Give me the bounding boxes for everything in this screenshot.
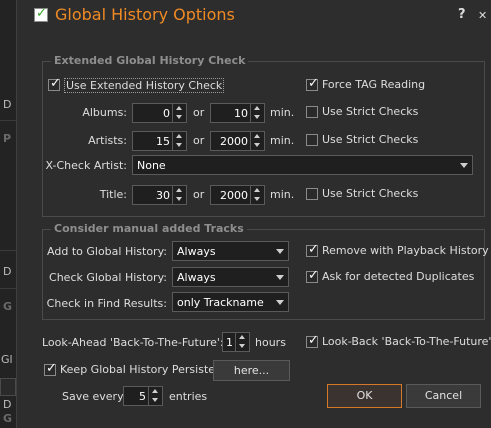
save-every-value: 5 [139,390,146,403]
check-history-label: Check Global History: [49,271,167,284]
background-text-fragment: D [3,398,12,411]
keep-persistent-label[interactable]: Keep Global History Persistent [60,363,226,376]
artists-min-value: 15 [156,135,170,148]
xcheck-artist-value: None [137,159,166,172]
force-tag-checkbox[interactable]: ✓ [306,76,319,91]
add-to-history-value: Always [177,245,216,258]
use-extended-checkbox[interactable]: ✓ [48,76,61,91]
artists-strict-label[interactable]: Use Strict Checks [322,133,418,146]
stepper-arrows-icon[interactable] [235,333,249,351]
remove-with-playback-checkbox[interactable]: ✓ [306,242,319,257]
background-text-fragment: G [3,412,13,425]
stepper-arrows-icon[interactable] [172,186,186,204]
here-button[interactable]: here... [213,360,290,381]
background-text-fragment: Gl [1,353,13,366]
save-every-label: Save every [62,390,124,403]
background-text-fragment: P [3,132,12,145]
artists-min-stepper[interactable]: 15 [132,131,187,151]
lookahead-value: 1 [226,336,233,349]
background-field [0,378,16,396]
lookahead-label: Look-Ahead 'Back-To-The-Future': [42,336,224,349]
hours-label: hours [255,336,286,349]
xcheck-artist-label: X-Check Artist: [45,159,127,172]
save-every-stepper[interactable]: 5 [123,386,163,406]
or-label: or [193,188,205,201]
albums-min-value: 0 [163,107,170,120]
title-label: Title: [99,188,127,201]
stepper-arrows-icon[interactable] [250,186,264,204]
ok-button[interactable]: OK [327,384,402,408]
use-extended-label[interactable]: Use Extended History Check [64,78,225,93]
keep-persistent-checkbox[interactable]: ✓ [44,361,57,376]
stepper-arrows-icon[interactable] [172,104,186,122]
min-label: min. [270,134,295,147]
force-tag-label[interactable]: Force TAG Reading [322,78,425,91]
lookback-label[interactable]: Look-Back 'Back-To-The-Future' [322,335,491,348]
albums-minutes-stepper[interactable]: 10 [210,103,265,123]
stepper-arrows-icon[interactable] [172,132,186,150]
stepper-arrows-icon[interactable] [250,132,264,150]
ask-duplicates-checkbox[interactable]: ✓ [306,268,319,283]
stepper-arrows-icon[interactable] [148,387,162,405]
artists-minutes-stepper[interactable]: 2000 [210,131,265,151]
or-label: or [193,134,205,147]
chevron-down-icon [276,249,284,254]
artists-label: Artists: [88,134,127,147]
artists-strict-checkbox[interactable] [306,134,318,146]
chevron-down-icon [276,275,284,280]
or-label: or [193,106,205,119]
check-find-results-select[interactable]: only Trackname [172,292,289,312]
title-minutes-value: 2000 [220,189,248,202]
background-divider [0,120,16,121]
albums-minutes-value: 10 [234,107,248,120]
background-text-fragment: G [3,300,13,313]
title-min-stepper[interactable]: 30 [132,185,187,205]
extended-history-group-title: Extended Global History Check [51,54,249,67]
background-divider [0,250,16,251]
background-divider [0,288,16,289]
add-to-history-select[interactable]: Always [172,241,289,261]
background-app-strip: D P D G Gl D G [0,0,16,428]
stepper-arrows-icon[interactable] [250,104,264,122]
cancel-button[interactable]: Cancel [406,384,481,408]
chevron-down-icon [460,163,468,168]
lookahead-stepper[interactable]: 1 [222,332,250,352]
title-strict-checkbox[interactable] [306,188,318,200]
albums-strict-label[interactable]: Use Strict Checks [322,105,418,118]
remove-with-playback-label[interactable]: Remove with Playback History [322,244,489,257]
ask-duplicates-label[interactable]: Ask for detected Duplicates [322,270,474,283]
min-label: min. [270,188,295,201]
albums-strict-checkbox[interactable] [306,106,318,118]
manual-tracks-group-title: Consider manual added Tracks [51,222,247,235]
title-strict-label[interactable]: Use Strict Checks [322,187,418,200]
lookback-checkbox[interactable]: ✓ [306,333,319,348]
background-text-fragment: D [3,98,12,111]
entries-label: entries [169,390,208,403]
close-button[interactable]: ✕ [478,9,487,22]
global-history-options-dialog: ✓ Global History Options ? ✕ Extended Gl… [16,0,491,428]
check-history-select[interactable]: Always [172,267,289,287]
title-min-value: 30 [156,189,170,202]
albums-min-stepper[interactable]: 0 [132,103,187,123]
min-label: min. [270,106,295,119]
artists-minutes-value: 2000 [220,135,248,148]
checkbox-app-icon: ✓ [34,6,48,22]
dialog-title: Global History Options [55,5,235,24]
check-history-value: Always [177,271,216,284]
albums-label: Albums: [82,106,127,119]
add-to-history-label: Add to Global History: [47,245,167,258]
check-find-results-label: Check in Find Results: [46,297,167,310]
title-minutes-stepper[interactable]: 2000 [210,185,265,205]
help-button[interactable]: ? [458,7,466,22]
xcheck-artist-select[interactable]: None [132,155,473,175]
chevron-down-icon [276,300,284,305]
background-text-fragment: D [3,265,12,278]
check-find-results-value: only Trackname [177,296,264,309]
